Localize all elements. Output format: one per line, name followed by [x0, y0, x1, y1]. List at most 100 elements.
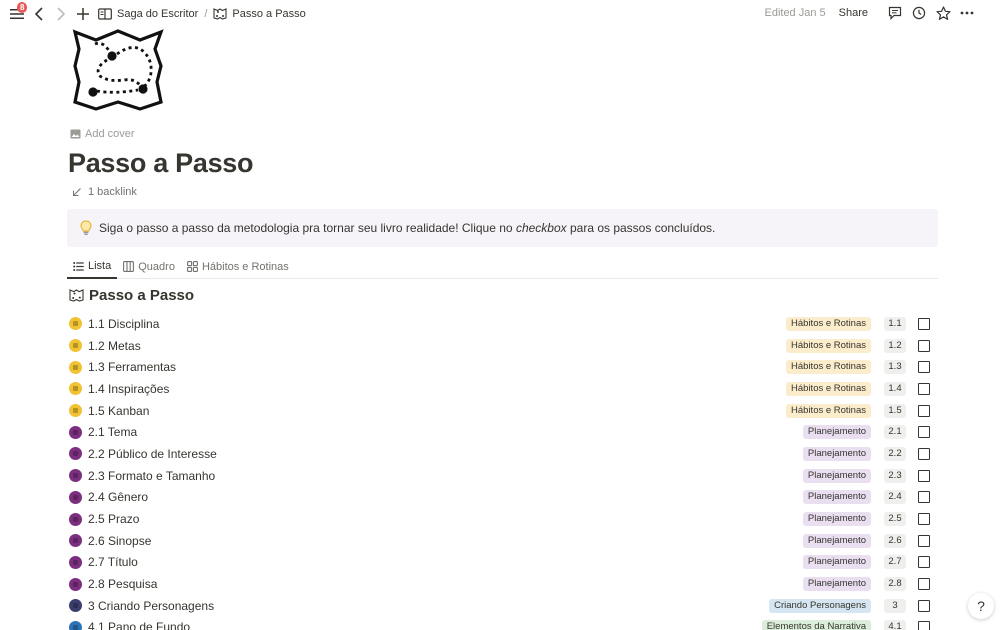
step-number: 1.1 [884, 316, 906, 331]
list-item-title[interactable]: 1.2 Metas [88, 339, 141, 353]
breadcrumb-item-saga[interactable]: Saga do Escritor [117, 8, 198, 20]
share-button[interactable]: Share [839, 7, 868, 19]
list-item-title[interactable]: 2.3 Formato e Tamanho [88, 469, 215, 483]
done-checkbox[interactable] [918, 426, 930, 439]
category-tag: Planejamento [802, 555, 871, 570]
page-emoji-icon [69, 469, 82, 483]
callout-text: Siga o passo a passo da metodologia pra … [99, 221, 715, 235]
done-checkbox[interactable] [918, 361, 930, 374]
list-item-title[interactable]: 1.3 Ferramentas [88, 360, 176, 374]
more-button[interactable] [959, 5, 975, 21]
list-item[interactable]: 2.4 Gênero Planejamento 2.4 [67, 487, 938, 509]
done-checkbox[interactable] [918, 578, 930, 591]
tab-habitos-rotinas[interactable]: Hábitos e Rotinas [181, 255, 295, 278]
list-item[interactable]: 2.5 Prazo Planejamento 2.5 [67, 508, 938, 530]
done-checkbox[interactable] [918, 382, 930, 395]
list-item-title[interactable]: 2.4 Gênero [88, 490, 148, 504]
list-item[interactable]: 1.5 Kanban Hábitos e Rotinas 1.5 [67, 400, 938, 422]
done-checkbox[interactable] [918, 534, 930, 547]
list-item[interactable]: 2.2 Público de Interesse Planejamento 2.2 [67, 443, 938, 465]
category-tag: Criando Personagens [769, 598, 871, 613]
list-item[interactable]: 1.3 Ferramentas Hábitos e Rotinas 1.3 [67, 356, 938, 378]
done-checkbox[interactable] [918, 621, 930, 630]
list-item-title[interactable]: 3 Criando Personagens [88, 599, 214, 613]
list-item-title[interactable]: 2.7 Título [88, 555, 138, 569]
tab-label: Quadro [138, 260, 175, 273]
list-item[interactable]: 2.7 Título Planejamento 2.7 [67, 552, 938, 574]
help-button[interactable]: ? [968, 593, 994, 619]
step-number: 3 [884, 598, 906, 613]
breadcrumb-separator: / [204, 8, 208, 20]
list-item-title[interactable]: 2.5 Prazo [88, 512, 139, 526]
page-title[interactable]: Passo a Passo [68, 148, 254, 179]
tab-label: Hábitos e Rotinas [201, 260, 289, 273]
category-tag: Hábitos e Rotinas [786, 381, 871, 396]
comments-button[interactable] [887, 5, 903, 21]
forward-button[interactable] [52, 5, 70, 23]
list-item[interactable]: 1.4 Inspirações Hábitos e Rotinas 1.4 [67, 378, 938, 400]
category-tag: Planejamento [802, 490, 871, 505]
sidebar-menu-button[interactable]: 8 [8, 2, 28, 23]
list-item-title[interactable]: 1.5 Kanban [88, 404, 149, 418]
star-icon [935, 5, 951, 20]
done-checkbox[interactable] [918, 556, 930, 569]
list-item[interactable]: 1.1 Disciplina Hábitos e Rotinas 1.1 [67, 313, 938, 335]
list-item[interactable]: 2.6 Sinopse Planejamento 2.6 [67, 530, 938, 552]
treasure-map-icon [72, 29, 164, 111]
list-item[interactable]: 1.2 Metas Hábitos e Rotinas 1.2 [67, 335, 938, 357]
step-number: 2.8 [884, 577, 906, 592]
done-checkbox[interactable] [918, 469, 930, 482]
list-item-title[interactable]: 2.6 Sinopse [88, 534, 151, 548]
clock-icon [912, 6, 926, 20]
new-page-button[interactable] [74, 5, 92, 23]
callout-block[interactable]: Siga o passo a passo da metodologia pra … [67, 209, 938, 247]
list-item[interactable]: 4.1 Pano de Fundo Elementos da Narrativa 4… [67, 617, 938, 630]
chevron-left-icon [34, 7, 43, 21]
history-button[interactable] [911, 5, 927, 21]
list-item-title[interactable]: 2.2 Público de Interesse [88, 447, 217, 461]
plus-icon [77, 8, 89, 20]
page-emoji-icon [69, 360, 82, 374]
done-checkbox[interactable] [918, 447, 930, 460]
done-checkbox[interactable] [918, 491, 930, 504]
back-button[interactable] [30, 5, 48, 23]
add-cover-button[interactable]: Add cover [70, 128, 135, 140]
page-emoji-icon [69, 317, 82, 331]
list-item[interactable]: 2.1 Tema Planejamento 2.1 [67, 421, 938, 443]
database-title[interactable]: Passo a Passo [69, 287, 194, 304]
list-item[interactable]: 2.8 Pesquisa Planejamento 2.8 [67, 573, 938, 595]
done-checkbox[interactable] [918, 317, 930, 330]
step-number: 2.7 [884, 555, 906, 570]
category-tag: Planejamento [802, 512, 871, 527]
step-number: 1.4 [884, 381, 906, 396]
step-number: 1.5 [884, 403, 906, 418]
list-item-title[interactable]: 4.1 Pano de Fundo [88, 620, 190, 630]
page-emoji-icon [69, 534, 82, 548]
page-emoji-icon [69, 599, 82, 613]
backlink-button[interactable]: 1 backlink [72, 186, 137, 198]
step-number: 2.1 [884, 425, 906, 440]
tab-quadro[interactable]: Quadro [117, 255, 181, 278]
list-item[interactable]: 2.3 Formato e Tamanho Planejamento 2.3 [67, 465, 938, 487]
page-emoji-icon [69, 425, 82, 439]
map-icon [213, 8, 227, 20]
list-item-title[interactable]: 2.8 Pesquisa [88, 577, 157, 591]
list-item-title[interactable]: 2.1 Tema [88, 425, 137, 439]
callout-text-after: para os passos concluídos. [566, 221, 716, 235]
list-item[interactable]: 3 Criando Personagens Criando Personagens… [67, 595, 938, 617]
page-emoji-icon [69, 577, 82, 591]
favorite-button[interactable] [935, 5, 951, 21]
page-emoji-icon [69, 512, 82, 526]
category-tag: Hábitos e Rotinas [786, 403, 871, 418]
done-checkbox[interactable] [918, 599, 930, 612]
list-item-title[interactable]: 1.4 Inspirações [88, 382, 169, 396]
done-checkbox[interactable] [918, 513, 930, 526]
step-number: 4.1 [884, 620, 906, 630]
tab-lista[interactable]: Lista [67, 255, 118, 279]
task-list: 1.1 Disciplina Hábitos e Rotinas 1.1 1.2 Me… [67, 313, 938, 630]
done-checkbox[interactable] [918, 404, 930, 417]
page-icon[interactable] [72, 28, 164, 112]
breadcrumb-item-passo[interactable]: Passo a Passo [232, 8, 305, 20]
list-item-title[interactable]: 1.1 Disciplina [88, 317, 159, 331]
done-checkbox[interactable] [918, 339, 930, 352]
